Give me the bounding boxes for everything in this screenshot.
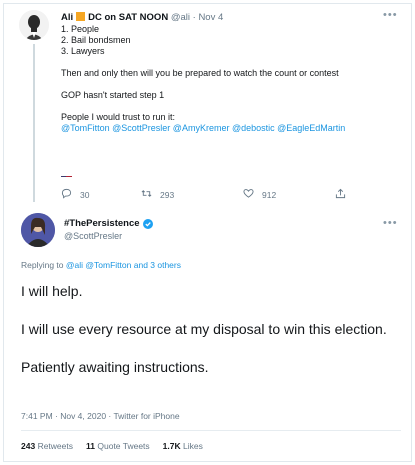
main-more-icon[interactable]: ••• <box>383 218 398 229</box>
thread-line <box>33 44 35 202</box>
retweets-stat[interactable]: 243 Retweets <box>21 441 73 451</box>
likes-stat[interactable]: 1.7K Likes <box>163 441 203 451</box>
parent-blank-line <box>61 79 401 90</box>
parent-more-icon[interactable]: ••• <box>383 10 398 21</box>
main-text-line: I will help. <box>21 283 83 299</box>
divider <box>21 430 401 431</box>
parent-line: 1. People <box>61 24 100 34</box>
orange-square-emoji <box>76 12 86 21</box>
heart-icon[interactable] <box>243 188 254 201</box>
parent-date[interactable]: Nov 4 <box>198 12 223 23</box>
parent-avatar[interactable] <box>19 10 49 40</box>
share-icon[interactable] <box>335 188 346 201</box>
main-avatar[interactable] <box>21 213 55 247</box>
reply-icon[interactable] <box>61 188 72 201</box>
like-count: 912 <box>262 189 277 200</box>
tweet-card: Ali DC on SAT NOON @ali · Nov 4 ••• 1. Pe… <box>3 3 412 462</box>
tweet-timestamp[interactable]: 7:41 PM · Nov 4, 2020 · Twitter for iPho… <box>21 411 180 421</box>
main-blank-line <box>21 339 401 358</box>
verified-badge-icon <box>142 218 153 229</box>
parent-name-suffix[interactable]: DC on SAT NOON <box>88 12 168 23</box>
parent-blank-line <box>61 101 401 112</box>
main-handle[interactable]: @ScottPresler <box>64 231 122 241</box>
main-text-line: Patiently awaiting instructions. <box>21 359 209 375</box>
parent-line: 2. Bail bondsmen <box>61 35 131 45</box>
main-text-line: I will use every resource at my disposal… <box>21 321 387 337</box>
parent-display-name[interactable]: Ali <box>61 12 73 23</box>
replying-to-mentions[interactable]: @ali @TomFitton <box>66 260 131 270</box>
parent-handle[interactable]: @ali <box>171 12 190 23</box>
share-action[interactable] <box>335 188 346 201</box>
engagement-stats: 243 Retweets 11 Quote Tweets 1.7K Likes <box>21 441 203 451</box>
main-display-name[interactable]: #ThePersistence <box>64 218 140 229</box>
parent-line: People I would trust to run it: <box>61 112 176 122</box>
reply-count: 30 <box>80 189 90 200</box>
reply-action[interactable]: 30 <box>61 188 89 201</box>
main-tweet-text: I will help. I will use every resource a… <box>21 282 401 377</box>
parent-line: GOP hasn't started step 1 <box>61 90 165 100</box>
parent-blank-line <box>61 57 401 68</box>
retweet-action[interactable]: 293 <box>141 188 174 201</box>
quote-tweets-stat[interactable]: 11 Quote Tweets <box>86 441 150 451</box>
replying-to-others[interactable]: and 3 others <box>134 260 181 270</box>
parent-header: Ali DC on SAT NOON @ali · Nov 4 <box>61 12 224 23</box>
like-action[interactable]: 912 <box>243 188 276 201</box>
parent-mentions[interactable]: @TomFitton @ScottPresler @AmyKremer @deb… <box>61 123 401 134</box>
replying-to-label: Replying to <box>21 260 64 270</box>
parent-action-bar: 30 293 912 <box>61 188 371 202</box>
retweet-count: 293 <box>160 189 175 200</box>
parent-line: 3. Lawyers <box>61 46 105 56</box>
retweet-icon[interactable] <box>141 188 152 201</box>
parent-tweet-text: 1. People 2. Bail bondsmen 3. Lawyers Th… <box>61 24 401 134</box>
replying-to: Replying to @ali @TomFitton and 3 others <box>21 260 181 270</box>
parent-line: Then and only then will you be prepared … <box>61 68 339 78</box>
main-display-name-row: #ThePersistence <box>64 218 153 229</box>
us-flag-icon <box>61 170 72 177</box>
main-blank-line <box>21 301 401 320</box>
